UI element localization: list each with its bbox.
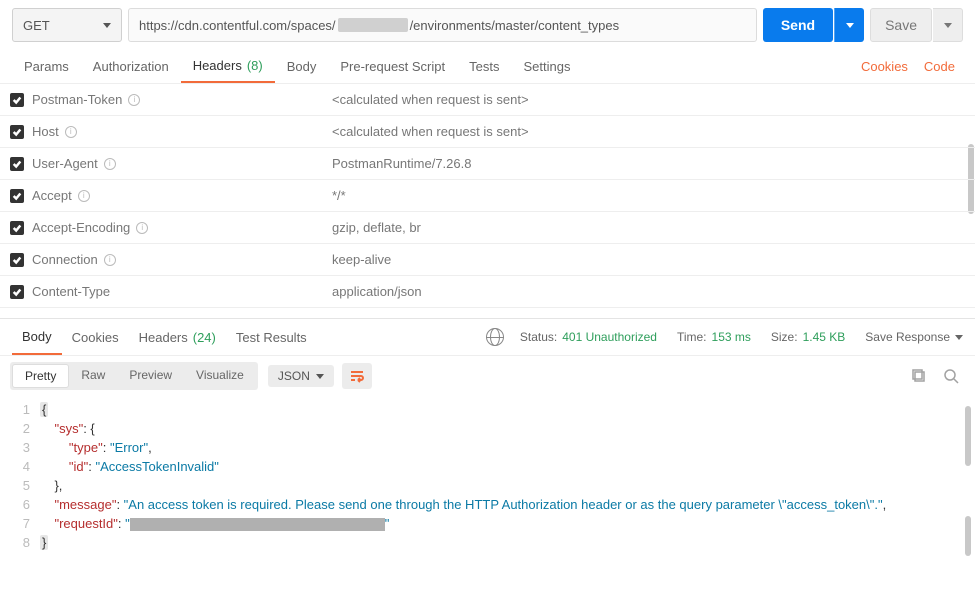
copy-icon[interactable] [911,368,927,384]
save-button[interactable]: Save [870,8,932,42]
tab-params[interactable]: Params [12,50,81,83]
request-headers-table: Postman-Token i <calculated when request … [0,84,975,308]
request-bar: GET https://cdn.contentful.com/spaces/ /e… [0,0,975,50]
response-size: Size:1.45 KB [761,330,855,344]
header-row[interactable]: User-Agent i PostmanRuntime/7.26.8 [0,148,975,180]
view-visualize[interactable]: Visualize [184,364,256,388]
info-icon[interactable]: i [128,94,140,106]
code-link[interactable]: Code [916,59,963,74]
header-value: application/json [332,284,422,299]
http-method-select[interactable]: GET [12,8,122,42]
resp-tab-headers[interactable]: Headers(24) [129,319,226,355]
scrollbar[interactable] [965,516,971,556]
save-response-link[interactable]: Save Response [855,330,963,344]
tab-tests[interactable]: Tests [457,50,511,83]
request-tabs: Params Authorization Headers(8) Body Pre… [0,50,975,84]
header-key: Connection [32,252,98,267]
redacted-request-id [130,518,385,531]
header-value: <calculated when request is sent> [332,124,529,139]
save-dropdown-button[interactable] [933,8,963,42]
header-key: Host [32,124,59,139]
tab-prerequest[interactable]: Pre-request Script [328,50,457,83]
view-mode-tabs: Pretty Raw Preview Visualize [10,362,258,390]
header-key: Content-Type [32,284,110,299]
wrap-lines-button[interactable] [342,363,372,389]
format-select[interactable]: JSON [268,365,334,387]
info-icon[interactable]: i [78,190,90,202]
header-row[interactable]: Hosti <calculated when request is sent> [0,116,975,148]
view-raw[interactable]: Raw [69,364,117,388]
url-text-suffix: /environments/master/content_types [410,18,620,33]
header-value: */* [332,188,346,203]
header-value: keep-alive [332,252,391,267]
http-method-label: GET [23,18,50,33]
send-button[interactable]: Send [763,8,833,42]
info-icon[interactable]: i [136,222,148,234]
resp-tab-tests[interactable]: Test Results [226,319,317,355]
info-icon[interactable]: i [104,158,116,170]
response-tabs: Body Cookies Headers(24) Test Results St… [0,318,975,356]
view-pretty[interactable]: Pretty [12,364,69,388]
tab-headers[interactable]: Headers(8) [181,50,275,83]
info-icon[interactable]: i [104,254,116,266]
status-code: Status:401 Unauthorized [510,330,667,344]
header-key: Accept-Encoding [32,220,130,235]
header-value: <calculated when request is sent> [332,92,529,107]
header-row[interactable]: Accepti */* [0,180,975,212]
info-icon[interactable]: i [65,126,77,138]
header-checkbox[interactable] [10,125,32,139]
header-row[interactable]: Connection i keep-alive [0,244,975,276]
header-row[interactable]: Postman-Token i <calculated when request … [0,84,975,116]
tab-settings[interactable]: Settings [511,50,582,83]
header-value: PostmanRuntime/7.26.8 [332,156,471,171]
header-checkbox[interactable] [10,285,32,299]
header-checkbox[interactable] [10,253,32,267]
tab-authorization[interactable]: Authorization [81,50,181,83]
body-view-controls: Pretty Raw Preview Visualize JSON [0,356,975,396]
header-checkbox[interactable] [10,189,32,203]
chevron-down-icon [846,23,854,28]
response-time: Time:153 ms [667,330,761,344]
header-key: Accept [32,188,72,203]
resp-tab-body[interactable]: Body [12,319,62,355]
send-dropdown-button[interactable] [834,8,864,42]
network-icon[interactable] [486,328,504,346]
chevron-down-icon [944,23,952,28]
view-preview[interactable]: Preview [117,364,184,388]
chevron-down-icon [955,335,963,340]
cookies-link[interactable]: Cookies [853,59,916,74]
search-icon[interactable] [943,368,959,384]
header-checkbox[interactable] [10,93,32,107]
response-body-code[interactable]: 1{ 2 "sys": { 3 "type": "Error", 4 "id":… [0,396,975,566]
chevron-down-icon [103,23,111,28]
resp-tab-cookies[interactable]: Cookies [62,319,129,355]
header-checkbox[interactable] [10,157,32,171]
header-checkbox[interactable] [10,221,32,235]
scrollbar[interactable] [965,406,971,466]
redacted-space-id [338,18,408,32]
url-input[interactable]: https://cdn.contentful.com/spaces/ /envir… [128,8,757,42]
chevron-down-icon [316,374,324,379]
tab-body[interactable]: Body [275,50,329,83]
header-value: gzip, deflate, br [332,220,421,235]
header-row[interactable]: Accept-Encoding i gzip, deflate, br [0,212,975,244]
header-key: User-Agent [32,156,98,171]
header-key: Postman-Token [32,92,122,107]
url-text-prefix: https://cdn.contentful.com/spaces/ [139,18,336,33]
header-row[interactable]: Content-Type application/json [0,276,975,308]
